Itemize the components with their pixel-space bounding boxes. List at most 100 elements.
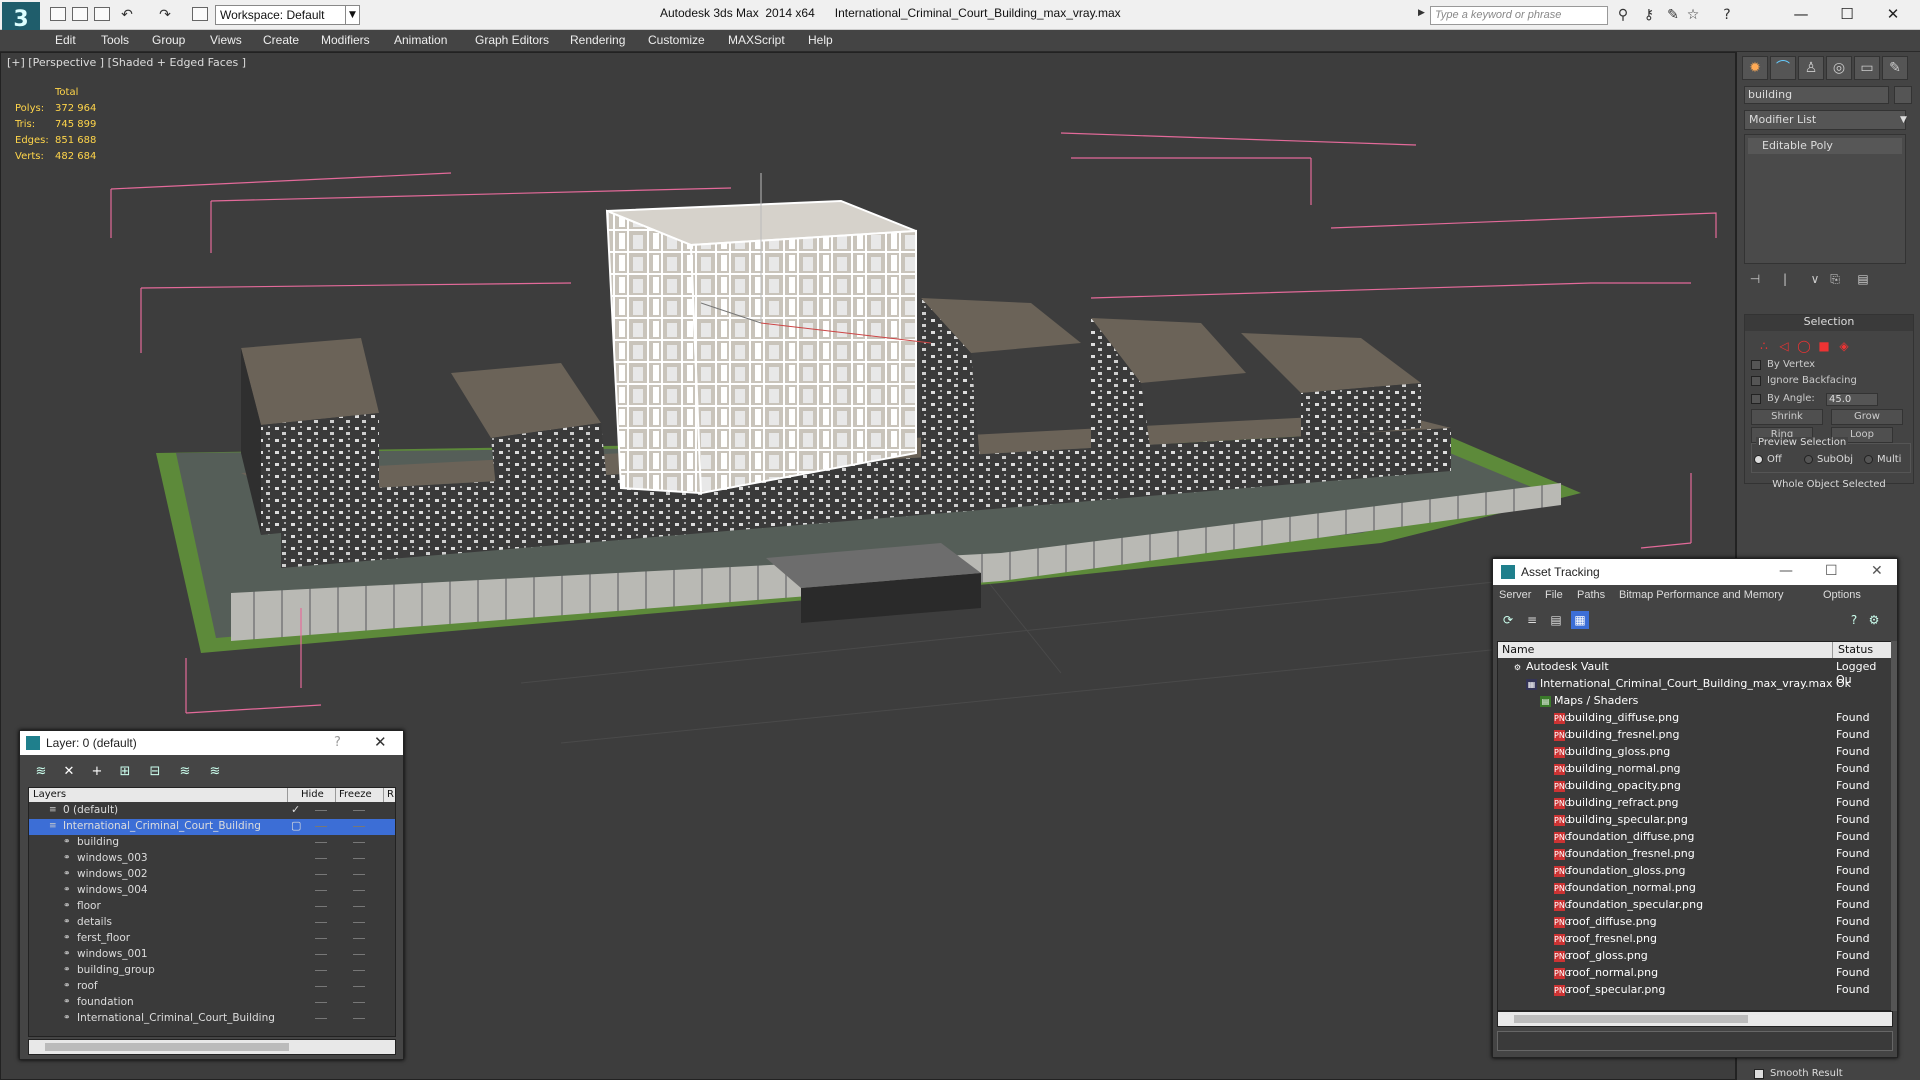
asset-row[interactable]: PNG roof_gloss.png Found	[1498, 948, 1892, 965]
freeze-toggle[interactable]	[353, 986, 365, 987]
preview-off-radio[interactable]: Off	[1754, 454, 1782, 465]
minimize-button[interactable]: —	[1778, 2, 1824, 26]
utilities-tab-icon[interactable]: ✎	[1882, 56, 1908, 80]
angle-value-field[interactable]: 45.0	[1826, 393, 1878, 406]
expand-search-icon[interactable]: ▶	[1418, 8, 1428, 22]
layer-row[interactable]: ≡ International_Criminal_Court_Building ▢	[29, 819, 395, 835]
freeze-toggle[interactable]	[353, 938, 365, 939]
freeze-toggle[interactable]	[353, 842, 365, 843]
hide-toggle[interactable]	[315, 922, 327, 923]
show-end-result-icon[interactable]: |	[1776, 272, 1794, 290]
layer-object-row[interactable]: ⚭ windows_002	[29, 867, 395, 883]
menu-help[interactable]: Help	[808, 33, 833, 47]
undo-icon[interactable]: ↶	[118, 7, 136, 23]
help-icon[interactable]: ?	[1845, 611, 1863, 629]
current-layer-box-icon[interactable]: ▢	[291, 819, 301, 832]
menu-animation[interactable]: Animation	[394, 33, 447, 47]
save-file-icon[interactable]	[94, 7, 110, 21]
layer-object-row[interactable]: ⚭ details	[29, 915, 395, 931]
asset-row[interactable]: PNG building_opacity.png Found	[1498, 778, 1892, 795]
freeze-toggle[interactable]	[353, 906, 365, 907]
menu-bitmap-performance[interactable]: Bitmap Performance and Memory	[1619, 589, 1783, 601]
close-button[interactable]: ✕	[1871, 563, 1883, 579]
polygon-mode-icon[interactable]: ■	[1817, 339, 1831, 353]
asset-row[interactable]: PNG roof_diffuse.png Found	[1498, 914, 1892, 931]
freeze-all-layers-icon[interactable]: ≋	[206, 763, 224, 781]
menu-paths[interactable]: Paths	[1577, 589, 1605, 601]
vertical-scrollbar[interactable]	[1891, 641, 1897, 1011]
create-layer-icon[interactable]: ≋	[32, 763, 50, 781]
menu-group[interactable]: Group	[152, 33, 185, 47]
layer-object-row[interactable]: ⚭ windows_001	[29, 947, 395, 963]
asset-row[interactable]: PNG building_fresnel.png Found	[1498, 727, 1892, 744]
asset-row[interactable]: PNG foundation_specular.png Found	[1498, 897, 1892, 914]
vertex-mode-icon[interactable]: ∴	[1757, 339, 1771, 353]
make-unique-icon[interactable]: ∨	[1806, 272, 1824, 290]
col-freeze[interactable]: Freeze	[339, 789, 372, 800]
asset-row[interactable]: PNG roof_specular.png Found	[1498, 982, 1892, 999]
layer-object-row[interactable]: ⚭ building_group	[29, 963, 395, 979]
settings-icon[interactable]: ⚙	[1865, 611, 1883, 629]
hide-toggle[interactable]	[315, 1018, 327, 1019]
maximize-button[interactable]: ☐	[1825, 563, 1838, 579]
menu-options[interactable]: Options	[1823, 589, 1861, 601]
hide-toggle[interactable]	[315, 874, 327, 875]
select-objects-icon[interactable]: ⊞	[116, 763, 134, 781]
horizontal-scrollbar[interactable]	[28, 1039, 396, 1055]
hide-toggle[interactable]	[315, 954, 327, 955]
col-hide[interactable]: Hide	[301, 789, 324, 800]
asset-row[interactable]: PNG foundation_normal.png Found	[1498, 880, 1892, 897]
asset-row[interactable]: ⚙ Autodesk Vault Logged Ou	[1498, 659, 1892, 686]
project-folder-icon[interactable]	[192, 7, 208, 21]
freeze-toggle[interactable]	[353, 874, 365, 875]
hide-toggle[interactable]	[315, 858, 327, 859]
create-tab-icon[interactable]: ✹	[1742, 56, 1768, 80]
asset-row[interactable]: ▤ Maps / Shaders	[1498, 693, 1892, 710]
layer-row[interactable]: ≡ 0 (default) ✓	[29, 803, 395, 819]
layer-object-row[interactable]: ⚭ roof	[29, 979, 395, 995]
modify-tab-icon[interactable]: ⌒	[1770, 56, 1796, 80]
selection-rollout-header[interactable]: Selection	[1745, 315, 1913, 331]
pin-stack-icon[interactable]: ⊣	[1746, 272, 1764, 290]
hide-toggle[interactable]	[315, 826, 327, 827]
object-name-field[interactable]: building	[1744, 86, 1889, 104]
remove-modifier-icon[interactable]: ⎘	[1826, 272, 1844, 290]
preview-subobj-radio[interactable]: SubObj	[1804, 454, 1853, 465]
list-view-icon[interactable]: ≡	[1523, 611, 1541, 629]
freeze-toggle[interactable]	[353, 890, 365, 891]
binoculars-icon[interactable]: ⚲	[1614, 7, 1632, 23]
horizontal-scrollbar[interactable]	[1497, 1011, 1893, 1027]
shrink-button[interactable]: Shrink	[1751, 409, 1823, 425]
close-button[interactable]: ✕	[1870, 2, 1916, 26]
asset-row[interactable]: PNG roof_fresnel.png Found	[1498, 931, 1892, 948]
menu-customize[interactable]: Customize	[648, 33, 705, 47]
menu-create[interactable]: Create	[263, 33, 299, 47]
chevron-down-icon[interactable]: ▼	[345, 5, 359, 25]
menu-views[interactable]: Views	[210, 33, 242, 47]
hide-all-layers-icon[interactable]: ≋	[176, 763, 194, 781]
layer-object-row[interactable]: ⚭ floor	[29, 899, 395, 915]
grow-button[interactable]: Grow	[1831, 409, 1903, 425]
highlight-layer-icon[interactable]: ⊟	[146, 763, 164, 781]
layer-object-row[interactable]: ⚭ International_Criminal_Court_Building	[29, 1011, 395, 1027]
preview-multi-radio[interactable]: Multi	[1864, 454, 1901, 465]
col-status[interactable]: Status	[1838, 643, 1873, 656]
asset-row[interactable]: PNG foundation_diffuse.png Found	[1498, 829, 1892, 846]
close-button[interactable]: ✕	[374, 733, 387, 751]
hierarchy-tab-icon[interactable]: ♙	[1798, 56, 1824, 80]
freeze-toggle[interactable]	[353, 1002, 365, 1003]
subscription-icon[interactable]: ⚷	[1640, 7, 1658, 23]
layer-object-row[interactable]: ⚭ ferst_floor	[29, 931, 395, 947]
search-input[interactable]: Type a keyword or phrase	[1430, 6, 1608, 25]
help-button[interactable]: ?	[334, 735, 341, 750]
ignore-backfacing-checkbox[interactable]: Ignore Backfacing	[1751, 375, 1857, 386]
menu-edit[interactable]: Edit	[55, 33, 76, 47]
detail-view-icon[interactable]: ▤	[1547, 611, 1565, 629]
col-layers[interactable]: Layers	[33, 789, 66, 800]
asset-row[interactable]: PNG building_specular.png Found	[1498, 812, 1892, 829]
layer-object-row[interactable]: ⚭ windows_004	[29, 883, 395, 899]
border-mode-icon[interactable]: ◯	[1797, 339, 1811, 353]
menu-modifiers[interactable]: Modifiers	[321, 33, 370, 47]
menu-maxscript[interactable]: MAXScript	[728, 33, 785, 47]
new-file-icon[interactable]	[50, 7, 66, 21]
